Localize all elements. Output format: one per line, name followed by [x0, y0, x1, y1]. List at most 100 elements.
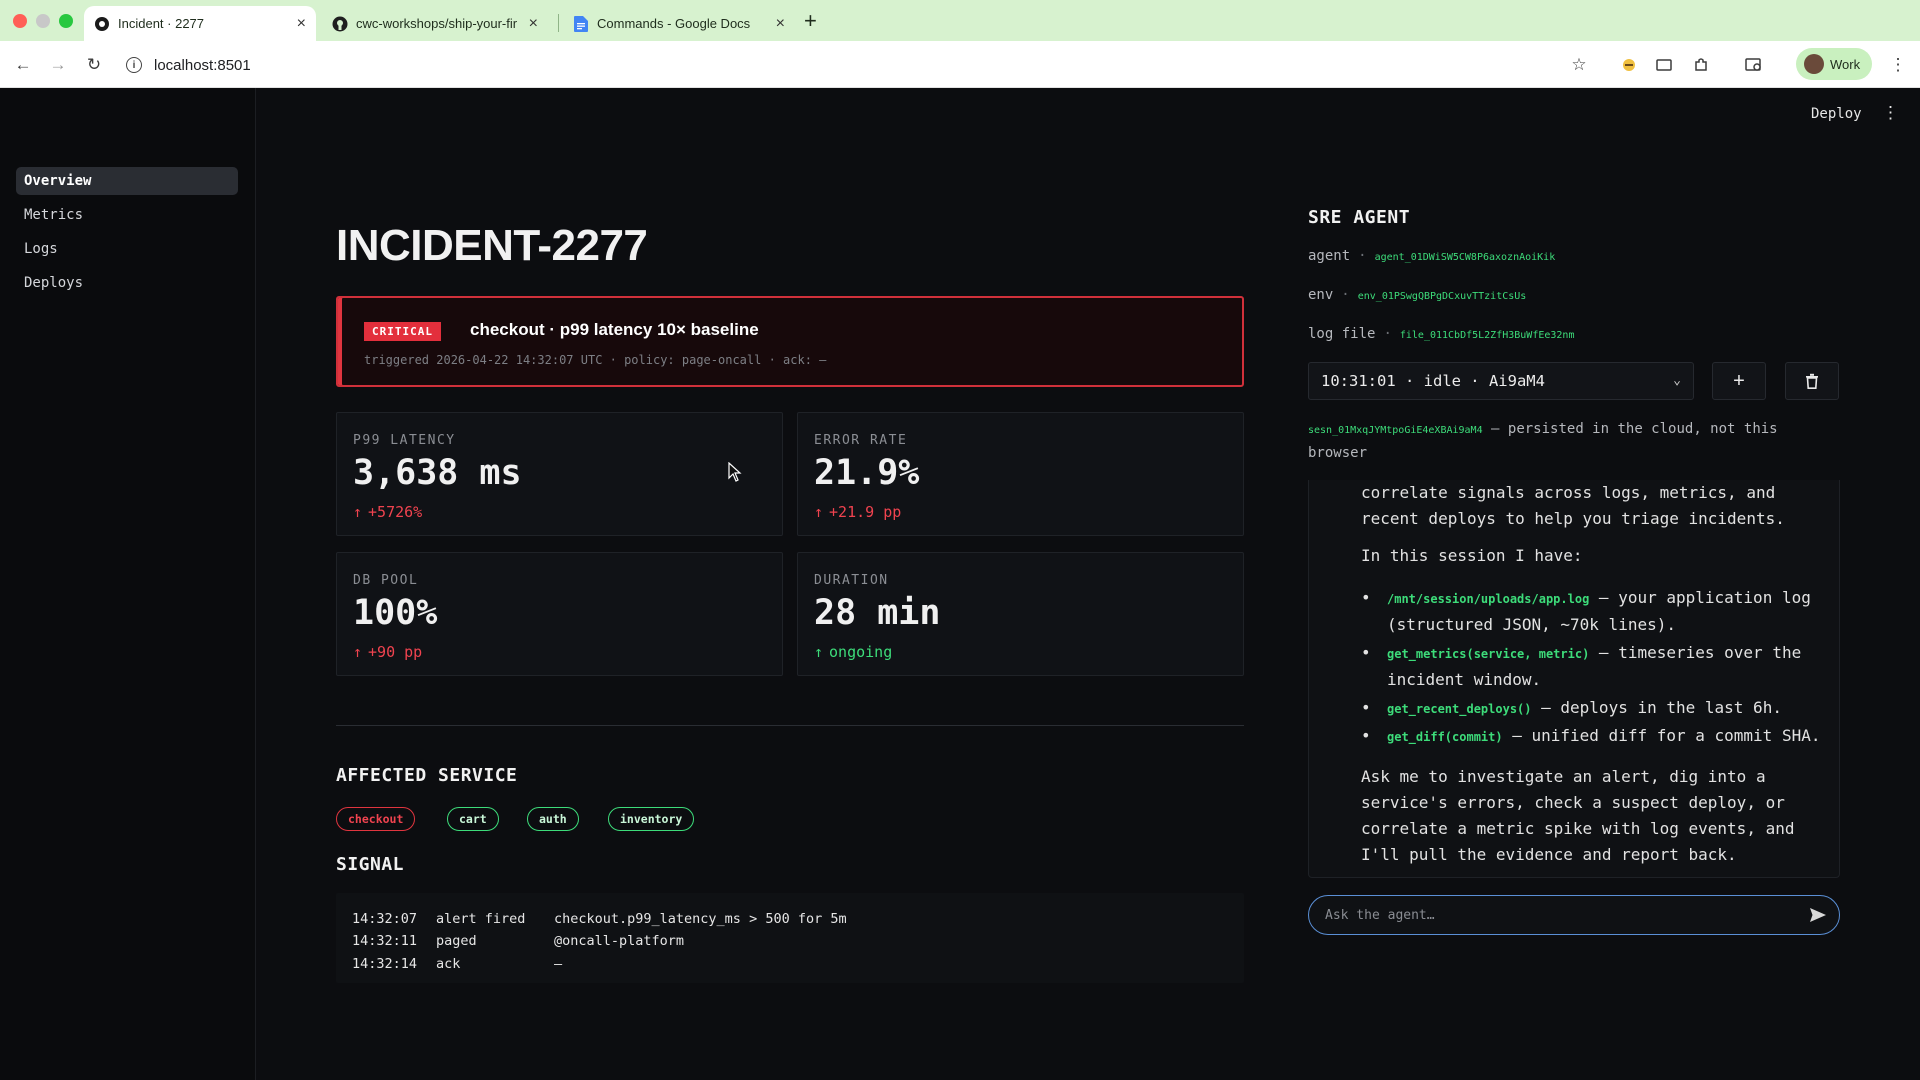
url-text: localhost:8501: [154, 56, 251, 74]
signal-row: 14:32:14 ack —: [352, 956, 562, 972]
reload-icon[interactable]: ↻: [82, 53, 106, 77]
signal-detail: checkout.p99_latency_ms > 500 for 5m: [554, 911, 847, 927]
env-id-row: env · env_01PSwgQBPgDCxuvTTzitCsUs: [1308, 287, 1526, 303]
kebab-menu-icon[interactable]: ⋮: [1882, 103, 1899, 123]
signal-detail: @oncall-platform: [554, 933, 685, 949]
browser-tab-incident[interactable]: Incident · 2277 ×: [84, 6, 316, 41]
metric-delta: ↑ +90 pp: [353, 643, 422, 661]
sidebar-item-deploys[interactable]: Deploys: [16, 269, 238, 297]
puzzle-extensions-icon[interactable]: [1689, 53, 1713, 77]
send-icon: [1810, 908, 1826, 922]
sidebar-item-label: Logs: [24, 241, 58, 257]
signal-time: 14:32:11: [352, 933, 418, 949]
deploy-button[interactable]: Deploy: [1811, 106, 1862, 122]
tab-label: Commands - Google Docs: [597, 16, 751, 31]
delete-session-button[interactable]: [1785, 362, 1839, 400]
forward-arrow-icon[interactable]: →: [46, 53, 70, 77]
service-chip-auth[interactable]: auth: [527, 807, 579, 831]
sidebar-item-logs[interactable]: Logs: [16, 235, 238, 263]
sre-agent-heading: SRE AGENT: [1308, 207, 1411, 228]
tool-code: get_metrics(service, metric): [1387, 647, 1590, 661]
ask-agent-input[interactable]: [1325, 905, 1785, 925]
chevron-down-icon: ⌄: [1673, 373, 1681, 388]
session-note: sesn_01MxqJYMtpoGiE4eXBAi9aM4 — persiste…: [1308, 418, 1808, 465]
send-button[interactable]: [1807, 904, 1829, 926]
extension-icon[interactable]: [1617, 53, 1641, 77]
metric-delta-value: +90 pp: [368, 643, 423, 661]
separator-dot: ·: [1383, 326, 1392, 342]
metric-value: 21.9%: [814, 453, 920, 493]
metric-delta-value: +21.9 pp: [829, 503, 902, 521]
service-chip-checkout[interactable]: checkout: [336, 807, 416, 831]
mouse-cursor-icon: [728, 462, 742, 482]
env-label: env: [1308, 287, 1334, 303]
service-chip-cart[interactable]: cart: [447, 807, 499, 831]
sidebar-item-metrics[interactable]: Metrics: [16, 201, 238, 229]
log-file-row: log file · file_011CbDf5L2ZfH3BuWfEe32nm: [1308, 326, 1574, 342]
sidebar-item-label: Metrics: [24, 207, 84, 223]
close-tab-icon[interactable]: ×: [776, 15, 785, 33]
tool-code: get_recent_deploys(): [1387, 702, 1532, 716]
signal-row: 14:32:11 paged @oncall-platform: [352, 933, 684, 949]
metric-value: 3,638 ms: [353, 453, 522, 493]
log-file-id: file_011CbDf5L2ZfH3BuWfEe32nm: [1399, 330, 1575, 341]
sidebar-item-label: Overview: [24, 173, 92, 189]
signal-heading: SIGNAL: [336, 854, 405, 875]
browser-tab-github[interactable]: cwc-workshops/ship-your-fir ×: [322, 6, 548, 41]
metric-label: DB POOL: [353, 573, 419, 588]
session-select-value: 10:31:01 · idle · Ai9aM4: [1321, 372, 1545, 390]
arrow-up-icon: ↑: [814, 503, 824, 521]
signal-event: alert fired: [436, 911, 526, 927]
metric-card-duration: DURATION 28 min ↑ ongoing: [797, 552, 1244, 676]
tab-label: Incident · 2277: [118, 16, 205, 31]
sidebar-item-overview[interactable]: Overview: [16, 167, 238, 195]
avatar: [1804, 54, 1824, 74]
profile-label: Work: [1830, 56, 1861, 72]
agent-chat-log[interactable]: correlate signals across logs, metrics, …: [1308, 480, 1840, 878]
window-close-button[interactable]: [13, 14, 27, 28]
affected-service-heading: AFFECTED SERVICE: [336, 765, 518, 786]
close-tab-icon[interactable]: ×: [529, 15, 538, 33]
separator-dot: ·: [1358, 248, 1367, 264]
alert-meta: triggered 2026-04-22 14:32:07 UTC · poli…: [364, 353, 827, 367]
close-tab-icon[interactable]: ×: [297, 15, 306, 33]
session-select[interactable]: 10:31:01 · idle · Ai9aM4 ⌄: [1308, 362, 1694, 400]
ask-agent-field[interactable]: [1308, 895, 1840, 935]
metric-value: 28 min: [814, 593, 941, 633]
sidebar: Overview Metrics Logs Deploys: [0, 88, 256, 1080]
agent-label: agent: [1308, 248, 1351, 264]
cast-icon[interactable]: [1652, 53, 1676, 77]
new-tab-icon[interactable]: +: [804, 8, 817, 34]
alert-title: checkout · p99 latency 10× baseline: [470, 320, 759, 339]
sidebar-item-label: Deploys: [24, 275, 84, 291]
tool-list-item: /mnt/session/uploads/app.log — your appl…: [1361, 585, 1831, 638]
metric-delta: ↑ +21.9 pp: [814, 503, 901, 521]
metric-delta-value: +5726%: [368, 503, 423, 521]
metric-delta: ↑ +5726%: [353, 503, 422, 521]
signal-event: paged: [436, 933, 477, 949]
profile-button[interactable]: Work: [1796, 48, 1872, 80]
session-id: sesn_01MxqJYMtpoGiE4eXBAi9aM4: [1308, 425, 1483, 436]
arrow-up-icon: ↑: [353, 503, 363, 521]
site-info-icon[interactable]: i: [126, 57, 142, 73]
metric-label: P99 LATENCY: [353, 433, 456, 448]
critical-alert-banner: CRITICAL checkout · p99 latency 10× base…: [336, 296, 1244, 387]
browser-menu-icon[interactable]: ⋮: [1886, 53, 1910, 77]
github-icon: [332, 16, 348, 32]
back-arrow-icon[interactable]: ←: [11, 53, 35, 77]
window-maximize-button[interactable]: [59, 14, 73, 28]
address-bar[interactable]: i localhost:8501: [126, 49, 1576, 81]
new-session-button[interactable]: +: [1712, 362, 1766, 400]
browser-tab-google-docs[interactable]: Commands - Google Docs ×: [563, 6, 795, 41]
app-favicon-icon: [94, 16, 110, 32]
metric-label: ERROR RATE: [814, 433, 908, 448]
arrow-up-icon: ↑: [353, 643, 363, 661]
bookmark-star-icon[interactable]: ☆: [1567, 53, 1591, 77]
metric-value: 100%: [353, 593, 438, 633]
arrow-up-icon: ↑: [814, 643, 824, 661]
tab-search-icon[interactable]: [1742, 53, 1766, 77]
log-file-label: log file: [1308, 326, 1376, 342]
service-chip-inventory[interactable]: inventory: [608, 807, 695, 831]
window-minimize-button[interactable]: [36, 14, 50, 28]
tab-separator: [558, 14, 559, 32]
